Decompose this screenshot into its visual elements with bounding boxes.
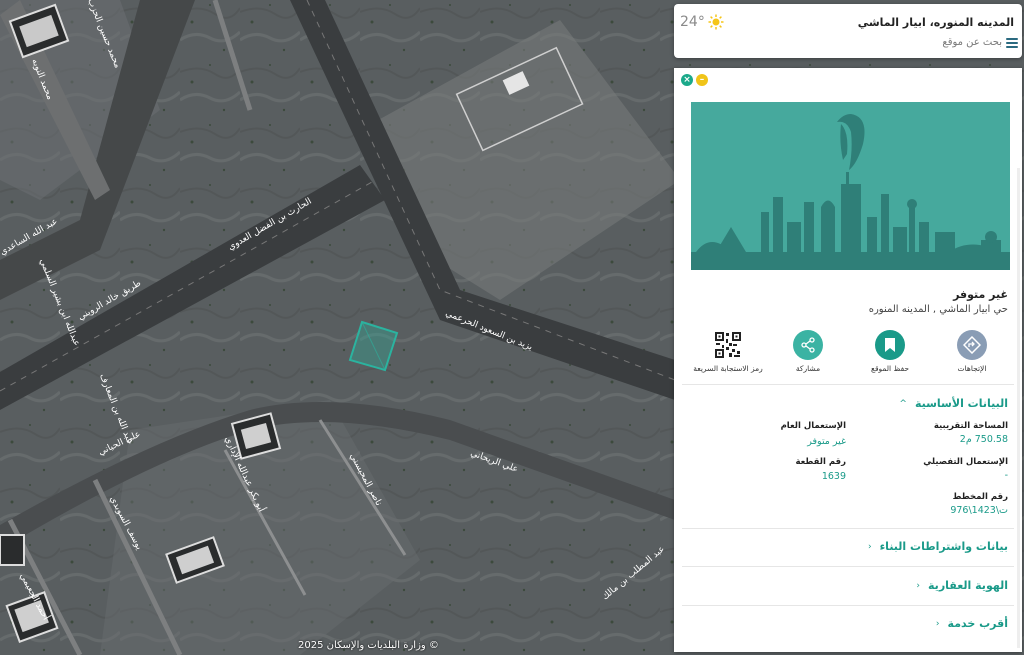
chevron-left-icon: ‹ — [916, 580, 921, 591]
directions-button[interactable]: الإتجاهات — [934, 330, 1010, 373]
weather-widget: 24° — [680, 14, 724, 30]
qr-code-button[interactable]: رمز الاستجابة السريعة — [690, 330, 766, 373]
section-title: أقرب خدمة — [947, 617, 1008, 630]
section-title: بيانات واشتراطات البناء — [879, 540, 1008, 553]
city-skyline-banner — [691, 102, 1010, 270]
field-label-plan-number: رقم المخطط — [952, 492, 1008, 502]
divider — [682, 384, 1014, 385]
section-title: البيانات الأساسية — [914, 397, 1008, 410]
search-card: 24° المدينه المنوره، ابيار الماشي بحث عن… — [674, 4, 1022, 58]
divider — [682, 528, 1014, 529]
share-button[interactable]: مشاركة — [770, 330, 846, 373]
section-building-requirements[interactable]: بيانات واشتراطات البناء ‹ — [868, 540, 1008, 553]
field-value-general-use: غير متوفر — [807, 436, 846, 447]
field-value-plan-number: ت\1423\976 — [950, 505, 1008, 516]
menu-icon[interactable] — [1006, 37, 1018, 48]
chevron-up-icon: ^ — [899, 398, 907, 409]
parcel-district: حي ابيار الماشي , المدينه المنوره — [868, 304, 1008, 315]
panel-scrollbar[interactable] — [1017, 168, 1020, 648]
bookmark-icon — [875, 330, 905, 360]
minimize-icon[interactable]: – — [696, 74, 708, 86]
field-label-general-use: الإستعمال العام — [780, 421, 846, 431]
section-basic-data[interactable]: البيانات الأساسية ^ — [899, 397, 1008, 410]
field-value-parcel-number: 1639 — [821, 471, 846, 482]
chevron-left-icon: ‹ — [935, 618, 940, 629]
action-bar: الإتجاهات حفظ الموقع مشاركة رمز الاستجاب… — [690, 330, 1010, 378]
action-label: حفظ الموقع — [870, 364, 910, 373]
parcel-status: غير متوفر — [953, 288, 1008, 301]
section-property-identity[interactable]: الهوية العقارية ‹ — [916, 579, 1008, 592]
share-icon — [793, 330, 823, 360]
location-title: المدينه المنوره، ابيار الماشي — [857, 16, 1014, 29]
save-location-button[interactable]: حفظ الموقع — [852, 330, 928, 373]
field-value-detailed-use: - — [1004, 470, 1008, 481]
field-label-detailed-use: الإستعمال التفصيلي — [923, 457, 1008, 467]
search-input[interactable]: بحث عن موقع — [942, 37, 1018, 48]
sun-icon — [708, 14, 724, 30]
search-placeholder: بحث عن موقع — [942, 37, 1002, 48]
parcel-info-panel: × – غير متوفر حي ابيار الماشي , المدينه … — [674, 68, 1022, 652]
temperature: 24° — [680, 14, 705, 30]
directions-icon — [957, 330, 987, 360]
action-label: مشاركة — [795, 364, 821, 373]
action-label: رمز الاستجابة السريعة — [693, 364, 763, 373]
close-icon[interactable]: × — [681, 74, 693, 86]
field-value-area: 750.58 م2 — [959, 434, 1008, 445]
divider — [682, 605, 1014, 606]
map-copyright: وزارة البلديات والإسكان 2025 © — [298, 640, 439, 651]
field-label-area: المساحة التقريبية — [933, 421, 1008, 431]
field-label-parcel-number: رقم القطعة — [795, 457, 846, 467]
qr-code-icon — [713, 330, 743, 360]
chevron-left-icon: ‹ — [867, 541, 872, 552]
section-title: الهوية العقارية — [928, 579, 1008, 592]
divider — [682, 566, 1014, 567]
action-label: الإتجاهات — [957, 364, 987, 373]
section-nearest-service[interactable]: أقرب خدمة ‹ — [936, 617, 1008, 630]
panel-toolbar: × – — [674, 68, 1022, 92]
